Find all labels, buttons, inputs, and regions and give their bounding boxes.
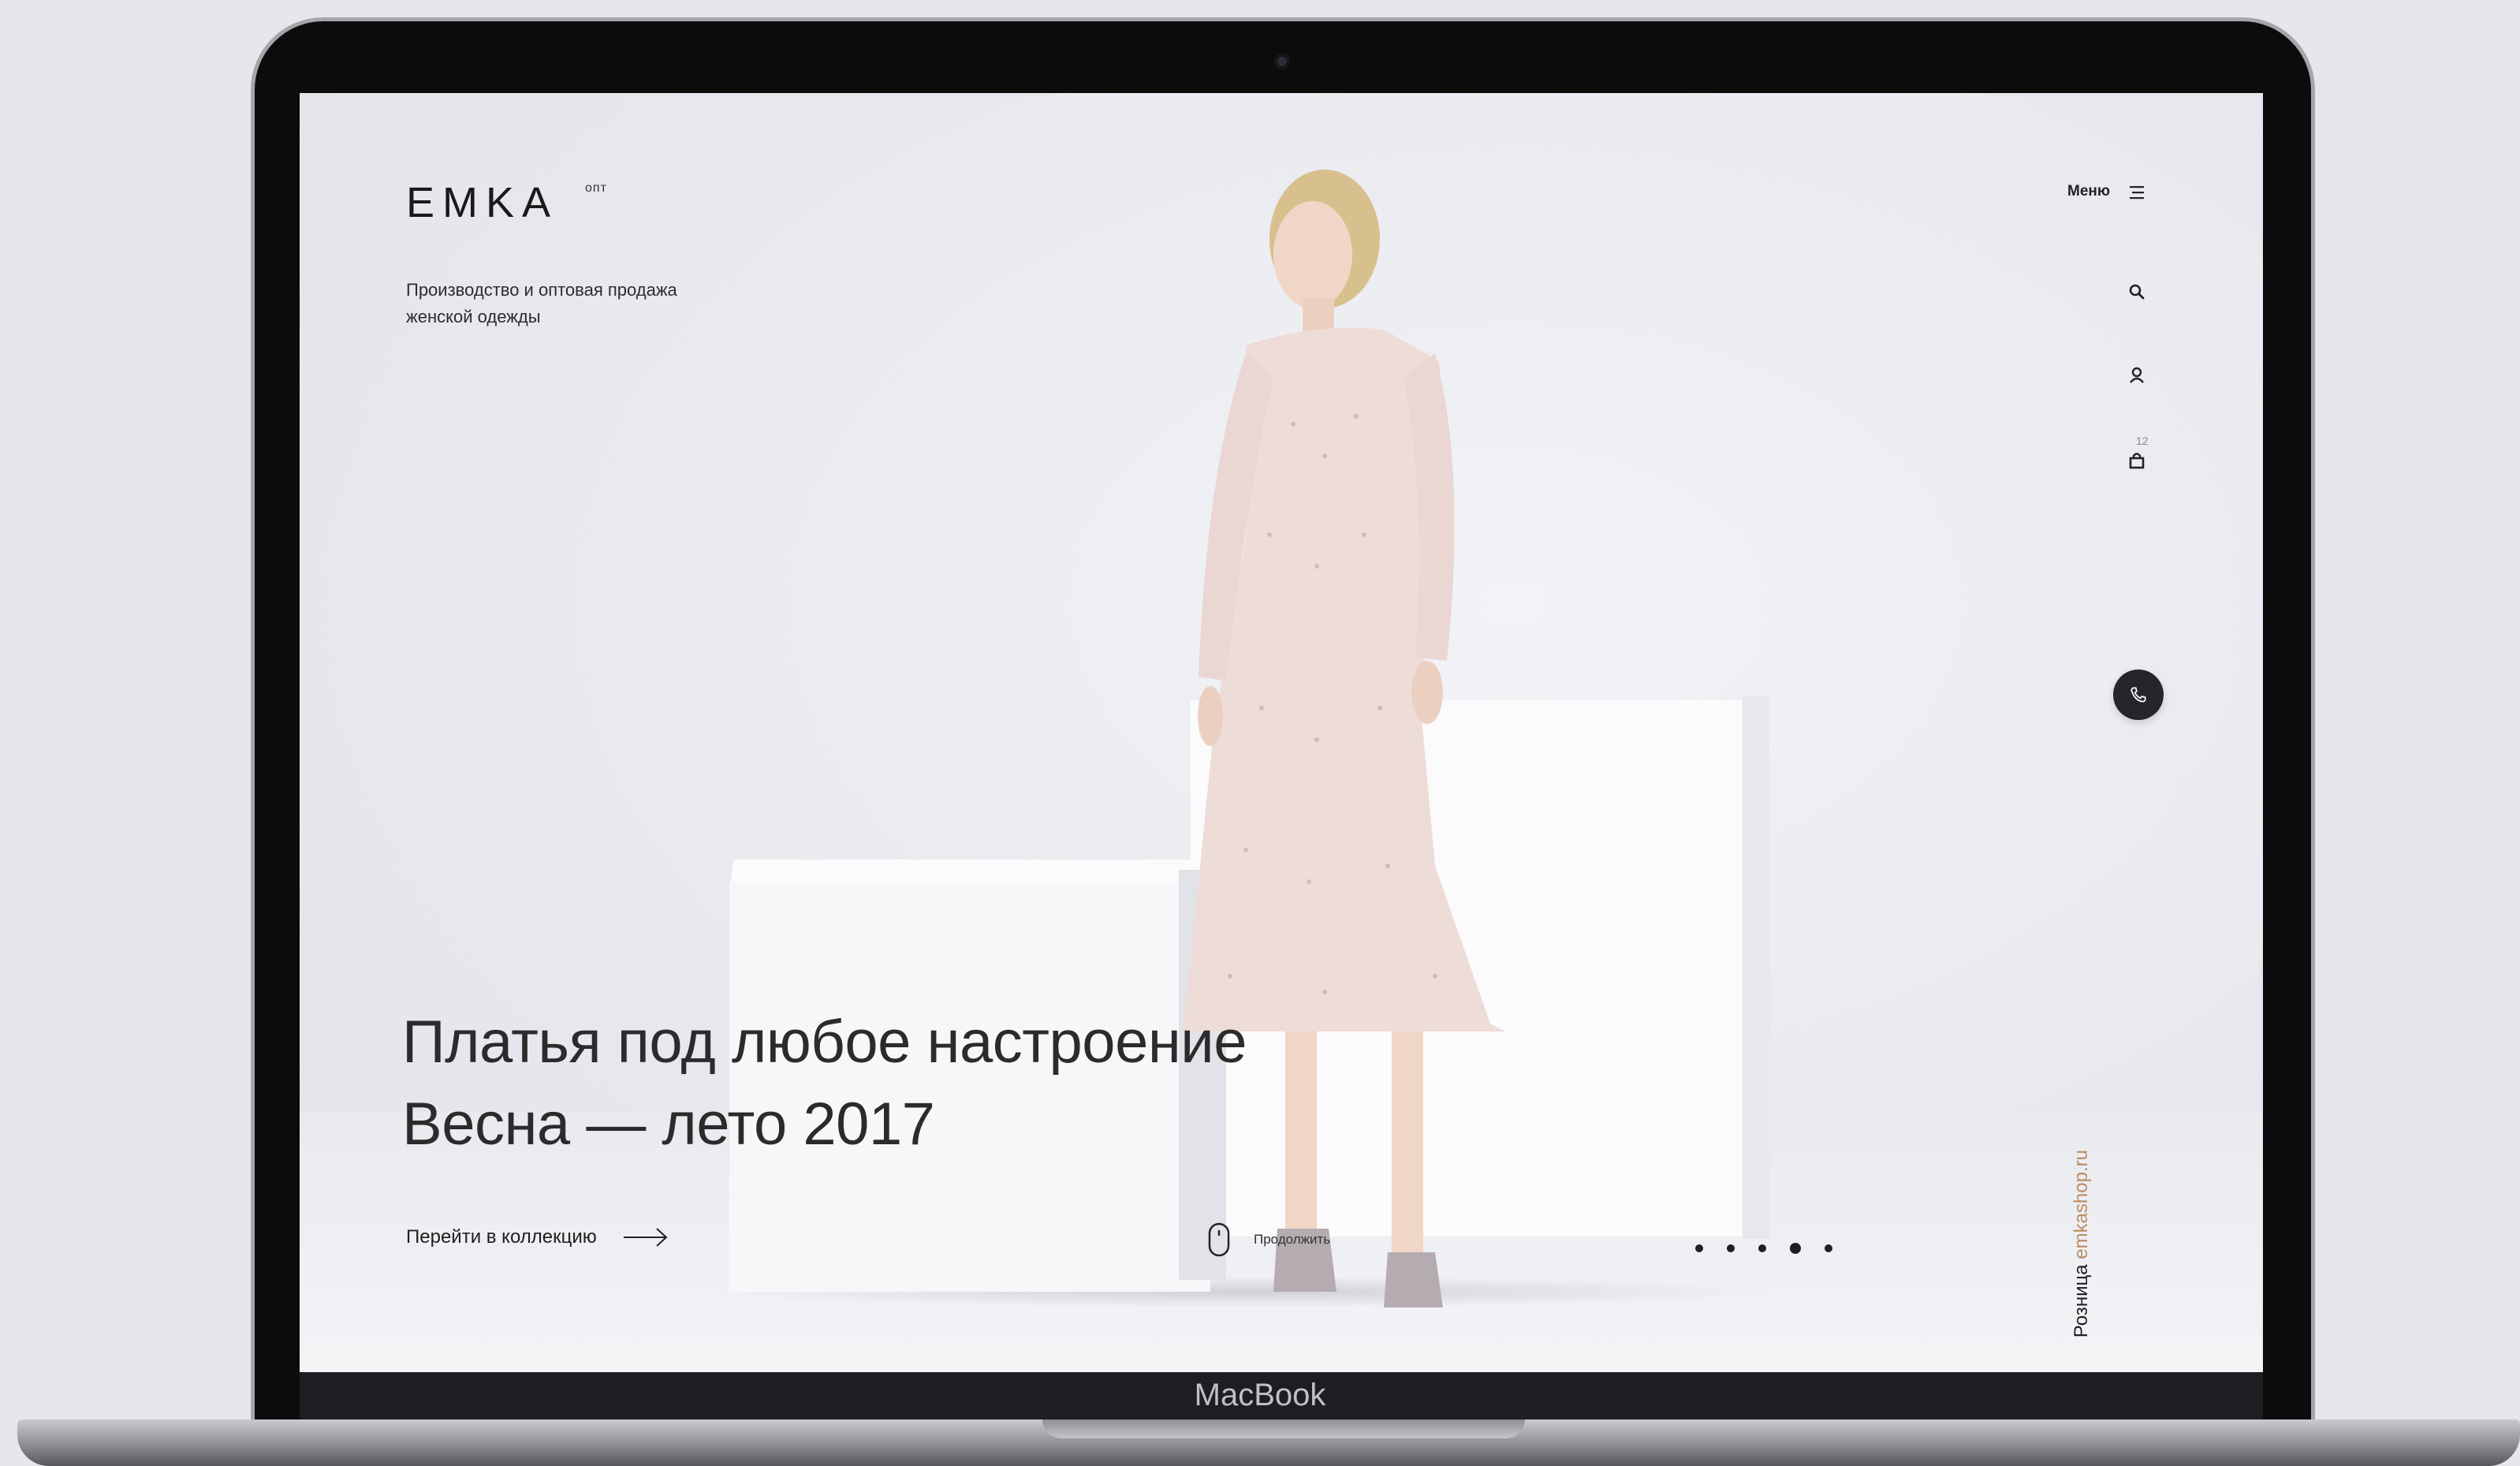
shopping-bag-icon[interactable] bbox=[2124, 448, 2149, 473]
slider-dots bbox=[1695, 1243, 1832, 1254]
brand-logo[interactable]: EMKA bbox=[406, 178, 558, 227]
search-icon[interactable] bbox=[2124, 279, 2149, 304]
mouse-icon bbox=[1208, 1222, 1230, 1257]
cart-count-badge: 12 bbox=[2136, 435, 2149, 447]
slider-dot-5[interactable] bbox=[1825, 1244, 1832, 1252]
hero-headline-line1: Платья под любое настроение bbox=[402, 1009, 1247, 1076]
phone-icon bbox=[2130, 687, 2146, 703]
slider-dot-1[interactable] bbox=[1695, 1244, 1703, 1252]
laptop-hinge-notch bbox=[1042, 1419, 1525, 1438]
go-to-collection-link[interactable]: Перейти в коллекцию bbox=[406, 1225, 669, 1249]
scroll-continue[interactable]: Продолжить bbox=[1208, 1222, 1330, 1257]
slider-dot-3[interactable] bbox=[1758, 1244, 1766, 1252]
call-button[interactable] bbox=[2113, 670, 2164, 720]
laptop-mockup: EMKA опт Производство и оптовая продажа … bbox=[0, 0, 2520, 1466]
retail-url[interactable]: emkashop.ru bbox=[2071, 1150, 2092, 1259]
website-screen: EMKA опт Производство и оптовая продажа … bbox=[300, 93, 2263, 1372]
user-icon[interactable] bbox=[2124, 363, 2149, 388]
slider-dot-2[interactable] bbox=[1727, 1244, 1735, 1252]
go-to-collection-label: Перейти в коллекцию bbox=[406, 1226, 597, 1248]
device-brand-label: MacBook bbox=[1194, 1378, 1326, 1412]
retail-shop-link[interactable]: Розница emkashop.ru bbox=[2071, 1150, 2093, 1337]
slider-dot-4[interactable] bbox=[1790, 1243, 1801, 1254]
webcam bbox=[1274, 54, 1290, 69]
brand-tagline: Производство и оптовая продажа женской о… bbox=[406, 280, 677, 326]
retail-prefix: Розница bbox=[2071, 1264, 2092, 1338]
brand-logo-suffix: опт bbox=[585, 181, 607, 195]
hero-headline-line2: Весна — лето 2017 bbox=[402, 1091, 935, 1158]
scroll-continue-label: Продолжить bbox=[1254, 1232, 1331, 1247]
arrow-right-icon bbox=[623, 1228, 668, 1247]
hamburger-icon[interactable] bbox=[2127, 183, 2146, 202]
hero-headline: Платья под любое настроение Весна — лето… bbox=[402, 1002, 1427, 1166]
menu-label[interactable]: Меню bbox=[2067, 183, 2110, 200]
